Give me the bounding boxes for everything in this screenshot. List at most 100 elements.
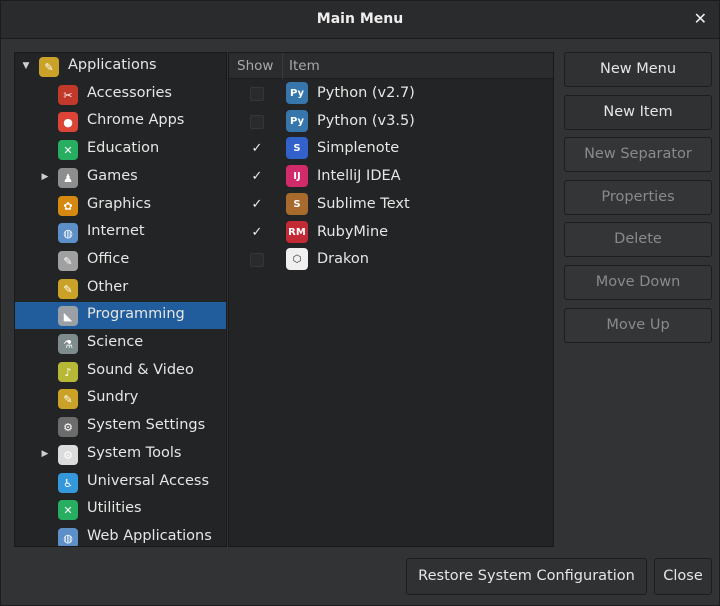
tree-item[interactable]: ◍ Web Applications [15,524,226,546]
tree-item-label: Games [87,168,138,184]
tree-item-label: Education [87,140,160,156]
tree-item-label: Office [87,251,130,267]
titlebar[interactable]: Main Menu ✕ [1,1,719,39]
python-icon: Py [286,110,308,132]
games-icon: ♟ [58,168,78,188]
education-icon: ✕ [58,140,78,160]
list-item-label: Simplenote [317,140,400,156]
tree-item[interactable]: ✕ Education [15,136,226,163]
tree-item-label: Universal Access [87,473,210,489]
list-item-label: RubyMine [317,224,389,240]
tree-item-label: Chrome Apps [87,112,185,128]
tree-item[interactable]: ✕ Utilities [15,496,226,523]
office-icon: ✎ [58,251,78,271]
list-item-label: Python (v2.7) [317,85,415,101]
list-item[interactable]: Py Python (v3.5) [229,108,553,135]
properties-button[interactable]: Properties [564,180,712,215]
menu-tree[interactable]: ▼ ✎ Applications ✂ Accessories ● Chrome Apps ✕ E… [14,52,227,547]
web-applications-icon: ◍ [58,528,78,546]
tree-item[interactable]: ⚙ System Settings [15,413,226,440]
tree-item-label: System Settings [87,417,206,433]
tree-item[interactable]: ◣ Programming [15,302,226,329]
column-header-show[interactable]: Show [229,53,283,79]
close-button[interactable]: Close [654,558,712,595]
list-item[interactable]: ✓ IJ IntelliJ IDEA [229,163,553,190]
list-item-label: IntelliJ IDEA [317,168,401,184]
chevron-right-icon[interactable]: ▶ [40,449,50,459]
show-checkbox[interactable]: ✓ [250,198,264,212]
drakon-icon: ⬡ [286,248,308,270]
other-icon: ✎ [58,279,78,299]
list-item-label: Sublime Text [317,196,410,212]
tree-item[interactable]: ✎ Office [15,247,226,274]
tree-item-label: Applications [68,57,157,73]
sundry-icon: ✎ [58,389,78,409]
tree-item-label: Sound & Video [87,362,194,378]
accessories-icon: ✂ [58,85,78,105]
tree-item[interactable]: ♿ Universal Access [15,469,226,496]
tree-item[interactable]: ▼ ✎ Applications [15,53,226,80]
tree-item[interactable]: ⚗ Science [15,330,226,357]
tree-item-label: Sundry [87,389,139,405]
python-icon: Py [286,82,308,104]
tree-item[interactable]: ✎ Other [15,275,226,302]
show-checkbox[interactable]: ✓ [250,142,264,156]
chrome-icon: ● [58,112,78,132]
restore-system-configuration-button[interactable]: Restore System Configuration [406,558,647,595]
move-up-button[interactable]: Move Up [564,308,712,343]
tree-item[interactable]: ✂ Accessories [15,81,226,108]
column-header-item[interactable]: Item [289,53,320,79]
list-item-label: Python (v3.5) [317,113,415,129]
tree-item-label: Accessories [87,85,172,101]
list-item[interactable]: ✓ S Sublime Text [229,191,553,218]
graphics-icon: ✿ [58,196,78,216]
sound-video-icon: ♪ [58,362,78,382]
tree-item-label: Utilities [87,500,142,516]
tree-item-label: System Tools [87,445,182,461]
tree-item-label: Internet [87,223,145,239]
tree-item[interactable]: ♪ Sound & Video [15,358,226,385]
show-checkbox[interactable] [250,87,264,101]
universal-access-icon: ♿ [58,473,78,493]
list-item-label: Drakon [317,251,369,267]
science-icon: ⚗ [58,334,78,354]
tree-item[interactable]: ● Chrome Apps [15,108,226,135]
delete-button[interactable]: Delete [564,222,712,257]
main-menu-window: Main Menu ✕ ▼ ✎ Applications ✂ Accessories ● C… [0,0,720,606]
list-item[interactable]: ✓ RM RubyMine [229,219,553,246]
tree-item-label: Web Applications [87,528,212,544]
move-down-button[interactable]: Move Down [564,265,712,300]
tree-item[interactable]: ◍ Internet [15,219,226,246]
show-checkbox[interactable] [250,115,264,129]
list-item[interactable]: ⬡ Drakon [229,246,553,273]
chevron-right-icon[interactable]: ▶ [40,172,50,182]
system-tools-icon: ⚙ [58,445,78,465]
list-item[interactable]: ✓ S Simplenote [229,135,553,162]
internet-icon: ◍ [58,223,78,243]
tree-item-label: Graphics [87,196,152,212]
window-title: Main Menu [316,11,404,27]
new-menu-button[interactable]: New Menu [564,52,712,87]
close-icon[interactable]: ✕ [694,9,707,28]
simplenote-icon: S [286,137,308,159]
list-item[interactable]: Py Python (v2.7) [229,80,553,107]
intellij-icon: IJ [286,165,308,187]
new-item-button[interactable]: New Item [564,95,712,130]
tree-item-label: Science [87,334,144,350]
applications-icon: ✎ [39,57,59,77]
tree-item[interactable]: ✿ Graphics [15,192,226,219]
show-checkbox[interactable]: ✓ [250,170,264,184]
tree-item-label: Programming [87,306,185,322]
show-checkbox[interactable] [250,253,264,267]
chevron-down-icon[interactable]: ▼ [21,61,31,71]
utilities-icon: ✕ [58,500,78,520]
show-checkbox[interactable]: ✓ [250,226,264,240]
rubymine-icon: RM [286,221,308,243]
tree-item[interactable]: ▶ ♟ Games [15,164,226,191]
new-separator-button[interactable]: New Separator [564,137,712,172]
tree-item[interactable]: ✎ Sundry [15,385,226,412]
programming-icon: ◣ [58,306,78,326]
items-list[interactable]: Show Item Py Python (v2.7) Py Python (v3.5)… [228,52,554,547]
tree-item-label: Other [87,279,129,295]
tree-item[interactable]: ▶ ⚙ System Tools [15,441,226,468]
